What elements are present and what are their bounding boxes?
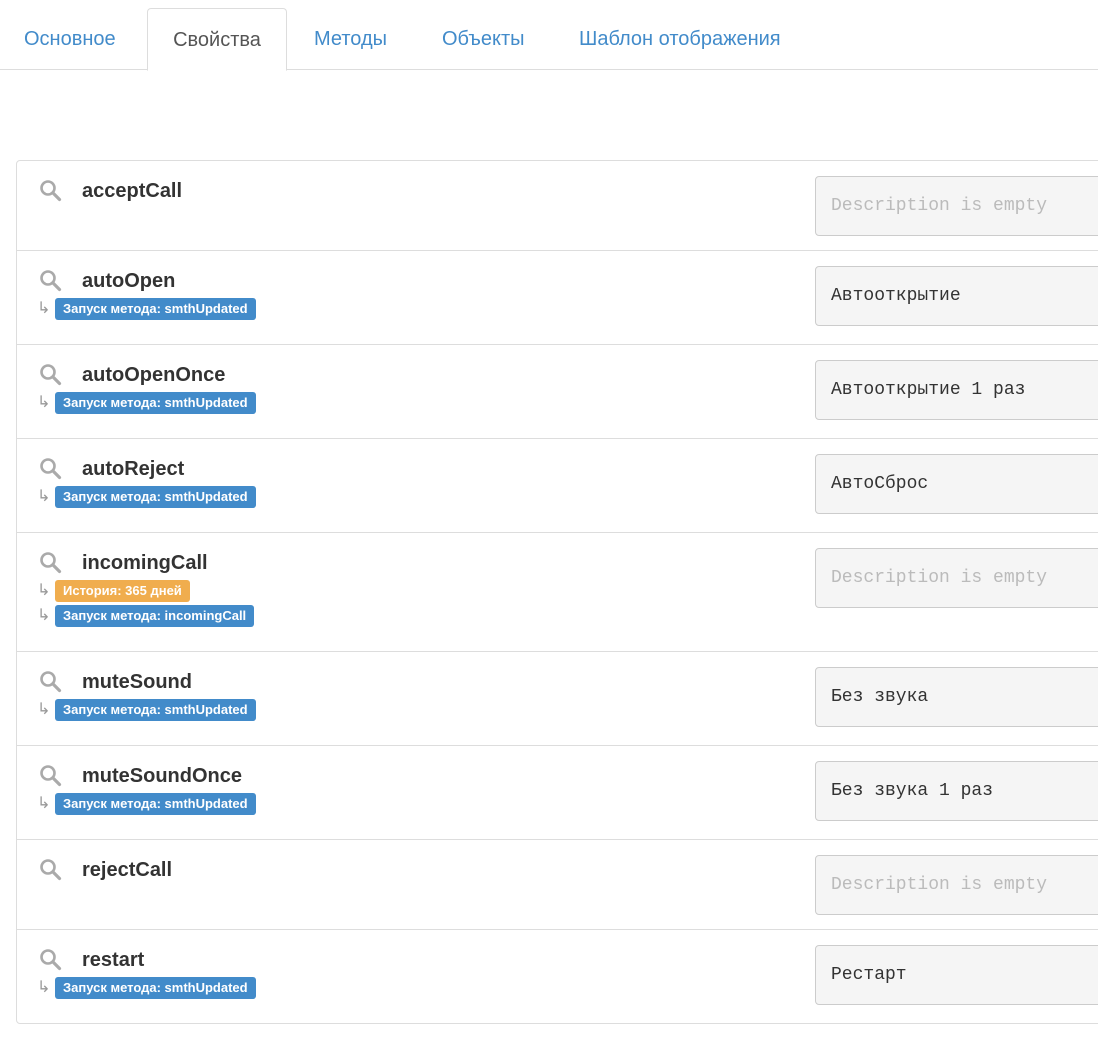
- search-icon[interactable]: [39, 269, 63, 293]
- property-row: rejectCall: [17, 840, 1098, 930]
- search-icon[interactable]: [39, 551, 63, 575]
- search-icon[interactable]: [39, 363, 63, 387]
- description-input[interactable]: [815, 761, 1098, 821]
- method-badge: Запуск метода: smthUpdated: [55, 793, 256, 815]
- method-badge: Запуск метода: smthUpdated: [55, 699, 256, 721]
- property-row: autoOpen ↳ Запуск метода: smthUpdated: [17, 251, 1098, 345]
- return-arrow-icon: ↳: [37, 699, 51, 718]
- method-badge: Запуск метода: smthUpdated: [55, 977, 256, 999]
- property-row: muteSound ↳ Запуск метода: smthUpdated: [17, 652, 1098, 746]
- description-input[interactable]: [815, 855, 1098, 915]
- property-row: muteSoundOnce ↳ Запуск метода: smthUpdated: [17, 746, 1098, 840]
- property-row: incomingCall ↳ История: 365 дней ↳ Запуск ме…: [17, 533, 1098, 652]
- tab-display-template[interactable]: Шаблон отображения: [579, 8, 781, 70]
- return-arrow-icon: ↳: [37, 298, 51, 317]
- property-row: restart ↳ Запуск метода: smthUpdated: [17, 930, 1098, 1023]
- search-icon[interactable]: [39, 858, 63, 882]
- properties-list: acceptCallautoOpen↳Запуск метода: smthUp…: [16, 160, 1098, 1024]
- search-icon[interactable]: [39, 457, 63, 481]
- tab-label: Шаблон отображения: [579, 28, 781, 50]
- return-arrow-icon: ↳: [37, 977, 51, 996]
- description-input[interactable]: [815, 176, 1098, 236]
- search-icon[interactable]: [39, 670, 63, 694]
- property-name: autoOpenOnce: [82, 364, 226, 386]
- property-name: incomingCall: [82, 552, 208, 574]
- property-row: autoReject ↳ Запуск метода: smthUpdated: [17, 439, 1098, 533]
- description-input[interactable]: [815, 266, 1098, 326]
- property-row: autoOpenOnce ↳ Запуск метода: smthUpdated: [17, 345, 1098, 439]
- tab-properties[interactable]: Свойства: [147, 8, 287, 71]
- property-name: muteSoundOnce: [82, 765, 243, 787]
- property-name: rejectCall: [82, 859, 173, 881]
- method-badge: Запуск метода: smthUpdated: [55, 486, 256, 508]
- tab-objects[interactable]: Объекты: [442, 8, 524, 70]
- return-arrow-icon: ↳: [37, 580, 51, 599]
- property-name: restart: [82, 949, 145, 971]
- property-name: autoReject: [82, 458, 185, 480]
- property-name: muteSound: [82, 671, 192, 693]
- description-input[interactable]: [815, 454, 1098, 514]
- method-badge: Запуск метода: smthUpdated: [55, 298, 256, 320]
- property-name: acceptCall: [82, 180, 183, 202]
- property-name: autoOpen: [82, 270, 176, 292]
- tab-label: Основное: [24, 28, 116, 50]
- method-badge: Запуск метода: incomingCall: [55, 605, 255, 627]
- description-input[interactable]: [815, 548, 1098, 608]
- return-arrow-icon: ↳: [37, 793, 51, 812]
- property-row: acceptCall: [17, 161, 1098, 251]
- search-icon[interactable]: [39, 948, 63, 972]
- method-badge: Запуск метода: smthUpdated: [55, 392, 256, 414]
- return-arrow-icon: ↳: [37, 486, 51, 505]
- tab-methods[interactable]: Методы: [314, 8, 387, 70]
- return-arrow-icon: ↳: [37, 605, 51, 624]
- tab-label: Свойства: [173, 29, 261, 51]
- tab-main[interactable]: Основное: [24, 8, 116, 70]
- search-icon[interactable]: [39, 179, 63, 203]
- tab-label: Объекты: [442, 28, 525, 50]
- description-input[interactable]: [815, 945, 1098, 1005]
- description-input[interactable]: [815, 667, 1098, 727]
- tab-label: Методы: [314, 28, 388, 50]
- search-icon[interactable]: [39, 764, 63, 788]
- history-badge: История: 365 дней: [55, 580, 190, 602]
- description-input[interactable]: [815, 360, 1098, 420]
- return-arrow-icon: ↳: [37, 392, 51, 411]
- nav-tabs: Основное Свойства Методы Объекты Шаблон …: [0, 0, 1098, 71]
